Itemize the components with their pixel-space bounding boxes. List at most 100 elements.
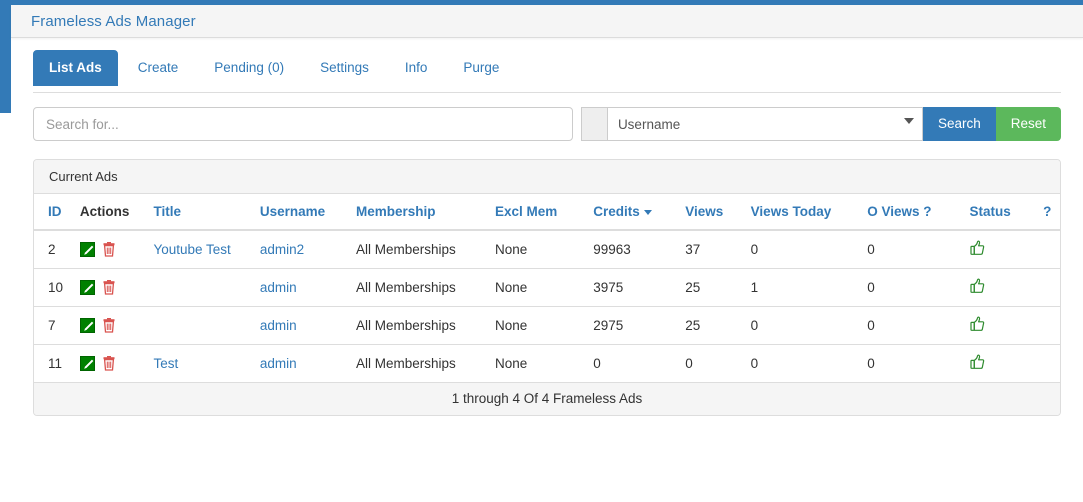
- tab-pending[interactable]: Pending (0): [198, 50, 300, 86]
- col-header-membership[interactable]: Membership: [347, 194, 488, 231]
- col-header-status[interactable]: Status: [961, 194, 1036, 231]
- ads-table: ID Actions Title Username Membership Excl Mem…: [34, 194, 1060, 382]
- col-header-excl-mem[interactable]: Excl Mem: [487, 194, 586, 231]
- table-row: 7 admin All Memberships None 2975 25 0 0: [34, 306, 1060, 345]
- cell-views: 25: [677, 268, 743, 307]
- col-header-title[interactable]: Title: [145, 194, 252, 231]
- cell-help: [1035, 306, 1060, 345]
- cell-o-views-value: 0: [867, 318, 875, 333]
- col-header-username[interactable]: Username: [251, 194, 348, 231]
- cell-membership: All Memberships: [347, 268, 488, 307]
- cell-o-views: 0: [859, 306, 962, 345]
- thumbs-up-icon[interactable]: [969, 240, 985, 259]
- search-button[interactable]: Search: [922, 107, 996, 141]
- pencil-edit-icon[interactable]: [79, 280, 95, 296]
- col-header-id[interactable]: ID: [34, 194, 72, 231]
- cell-title[interactable]: [145, 268, 252, 307]
- cell-username[interactable]: admin: [251, 268, 348, 307]
- table-header-row: ID Actions Title Username Membership Excl Mem…: [34, 194, 1060, 231]
- thumbs-up-icon[interactable]: [969, 278, 985, 297]
- cell-title[interactable]: [145, 306, 252, 345]
- cell-o-views-value: 0: [867, 356, 875, 371]
- cell-membership-value: All Memberships: [355, 242, 456, 257]
- col-header-help[interactable]: ?: [1035, 194, 1060, 231]
- cell-credits-value: 99963: [593, 242, 631, 257]
- cell-membership: All Memberships: [347, 306, 488, 345]
- cell-title[interactable]: Youtube Test: [145, 230, 251, 269]
- cell-excl-mem-value: None: [495, 280, 528, 295]
- search-toolbar: UsernameTitleMembershipIDStatus Search R…: [33, 107, 1061, 141]
- cell-title-value[interactable]: Test: [153, 356, 178, 371]
- cell-excl-mem-value: None: [495, 318, 528, 333]
- reset-button[interactable]: Reset: [995, 107, 1061, 141]
- cell-credits-value: 3975: [593, 280, 624, 295]
- cell-help: [1035, 344, 1060, 382]
- cell-views-value: 25: [685, 318, 701, 333]
- pencil-edit-icon[interactable]: [79, 242, 95, 258]
- tab-bar: List Ads Create Pending (0) Settings Info Pur…: [33, 38, 1061, 93]
- column-label: Status: [969, 204, 1011, 219]
- table-row: 10 admin All Memberships None 3975 25 1 0: [34, 268, 1060, 307]
- cell-excl-mem: None: [487, 230, 585, 269]
- tab-create[interactable]: Create: [122, 50, 195, 86]
- cell-membership-value: All Memberships: [355, 280, 456, 295]
- cell-views-value: 0: [685, 356, 693, 371]
- tab-info[interactable]: Info: [389, 50, 444, 86]
- app-window: Frameless Ads Manager List Ads Create Pend…: [11, 5, 1083, 502]
- cell-views-today: 0: [742, 344, 860, 382]
- cell-actions: [71, 306, 146, 345]
- col-header-o-views[interactable]: O Views ?: [859, 194, 962, 231]
- search-input[interactable]: [33, 107, 573, 141]
- cell-excl-mem: None: [487, 344, 586, 382]
- cell-title-value[interactable]: Youtube Test: [153, 242, 230, 257]
- col-header-views[interactable]: Views: [677, 194, 743, 231]
- cell-username[interactable]: admin: [251, 344, 348, 382]
- trash-delete-icon[interactable]: [102, 318, 116, 334]
- filter-select[interactable]: UsernameTitleMembershipIDStatus: [606, 107, 923, 141]
- column-label: Membership: [355, 204, 436, 219]
- cell-username-value[interactable]: admin2: [260, 242, 304, 257]
- cell-username-value[interactable]: admin: [260, 280, 297, 295]
- tab-purge[interactable]: Purge: [447, 50, 515, 86]
- thumbs-up-icon[interactable]: [969, 354, 985, 373]
- col-header-credits[interactable]: Credits: [585, 194, 678, 231]
- cell-o-views: 0: [859, 230, 961, 269]
- cell-username-value[interactable]: admin: [260, 356, 297, 371]
- pencil-edit-icon[interactable]: [79, 356, 95, 372]
- cell-views-today-value: 0: [750, 356, 759, 371]
- column-label: Username: [259, 204, 326, 219]
- cell-views: 25: [677, 306, 743, 345]
- cell-membership-value: All Memberships: [355, 356, 456, 371]
- cell-help: [1035, 268, 1060, 307]
- pencil-edit-icon[interactable]: [79, 318, 95, 334]
- thumbs-up-icon[interactable]: [969, 316, 985, 335]
- cell-title[interactable]: Test: [145, 344, 252, 382]
- app-header: Frameless Ads Manager: [11, 5, 1083, 38]
- cell-excl-mem-value: None: [495, 242, 528, 257]
- cell-username[interactable]: admin: [251, 306, 348, 345]
- table-row: 11 Test admin All Memberships None 0 0 0 0: [34, 344, 1060, 382]
- tab-list-ads[interactable]: List Ads: [33, 50, 118, 86]
- cell-credits: 3975: [585, 268, 678, 307]
- cell-id: 10: [34, 268, 72, 307]
- tab-settings[interactable]: Settings: [304, 50, 385, 86]
- cell-membership-value: All Memberships: [355, 318, 456, 333]
- cell-excl-mem-value: None: [495, 356, 528, 371]
- cell-status: [961, 306, 1036, 345]
- column-label: ID: [48, 204, 62, 219]
- cell-views-value: 25: [685, 280, 701, 295]
- cell-excl-mem: None: [487, 268, 586, 307]
- current-ads-panel: Current Ads ID Actions Title Username Member…: [33, 159, 1061, 416]
- cell-username-value[interactable]: admin: [260, 318, 297, 333]
- cell-actions: [72, 230, 146, 269]
- cell-id: 2: [34, 230, 72, 269]
- cell-membership: All Memberships: [348, 230, 487, 269]
- trash-delete-icon[interactable]: [102, 356, 116, 372]
- trash-delete-icon[interactable]: [102, 242, 116, 258]
- cell-username[interactable]: admin2: [252, 230, 348, 269]
- cell-id: 11: [34, 344, 72, 382]
- col-header-views-today[interactable]: Views Today: [742, 194, 860, 231]
- input-group-addon: [580, 107, 607, 141]
- cell-o-views-value: 0: [867, 280, 875, 295]
- trash-delete-icon[interactable]: [102, 280, 116, 296]
